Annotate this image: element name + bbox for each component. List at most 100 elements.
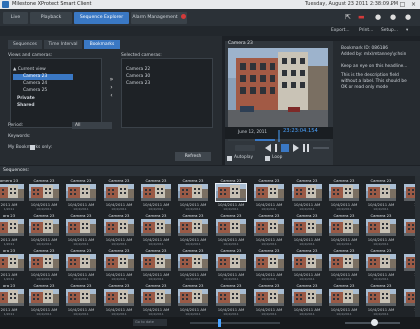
time-scrubber[interactable] bbox=[190, 322, 280, 324]
sequence-thumbnail[interactable]: Camera 23 10/4/2011 AM 10/4/2011 bbox=[100, 283, 138, 318]
sequence-thumbnail[interactable]: Camera 23 10/4/2011 AM 10/4/2011 bbox=[174, 178, 212, 213]
thumbnail-image bbox=[104, 219, 134, 236]
help-icon[interactable]: ● bbox=[390, 14, 396, 21]
thumbnail-subdate: 10/4/2011 bbox=[185, 242, 201, 246]
sequence-thumbnail[interactable]: Camera 23 10/4/2011 AM 10/4/2011 bbox=[137, 283, 175, 318]
tab-alarm-management[interactable]: Alarm Management bbox=[131, 12, 187, 24]
thumbnail-image bbox=[0, 219, 24, 236]
preview-video-frame[interactable] bbox=[228, 48, 328, 127]
thumbnail-subdate: 1/2011 bbox=[3, 277, 15, 281]
thumbnail-subdate: 10/4/2011 bbox=[373, 277, 389, 281]
sequence-thumbnail[interactable]: Camera 23 10/4/2011 AM 10/4/2011 bbox=[100, 248, 138, 283]
sequence-thumbnail[interactable]: Camera 23 10/4/2011 AM 10/4/2011 bbox=[288, 178, 326, 213]
sequence-thumbnail[interactable]: Camera 23 10/4/2011 AM 10/4/2011 bbox=[288, 283, 326, 318]
close-window-button[interactable]: × bbox=[408, 1, 419, 8]
sequence-thumbnail[interactable]: Camera 23 10/4/2011 AM 10/4/2011 bbox=[325, 283, 363, 318]
thumbnail-subdate: 10/4/2011 bbox=[73, 242, 89, 246]
sequence-thumbnail[interactable]: Camera 23 10/4/2011 AM 10/4/2011 bbox=[288, 213, 326, 248]
sequence-thumbnail[interactable]: Camera 23 10/4/2011 AM 10/4/2011 bbox=[100, 213, 138, 248]
tab-time-interval[interactable]: Time Interval bbox=[44, 40, 82, 49]
thumbnail-subdate: 10/4/2011 bbox=[148, 242, 164, 246]
thumbnail-subdate: 10/4/2011 bbox=[373, 207, 389, 211]
selected-camera-item[interactable]: Camera 23 bbox=[126, 81, 150, 87]
sequence-thumbnail[interactable]: Camera 23 10/4/2011 AM 10/4/2011 bbox=[362, 213, 400, 248]
overflow-menu[interactable]: ▾ bbox=[406, 27, 408, 35]
sequence-thumbnail[interactable]: Camera 23 10/4/2011 AM 10/4/2011 bbox=[325, 248, 363, 283]
sequence-thumbnail[interactable]: Camera 23 10/4/2011 AM 10/4/2011 bbox=[250, 248, 288, 283]
camera-tree[interactable]: ▲ Current view Camera 23 Camera 24 Camer… bbox=[10, 58, 102, 128]
sequence-thumbnail[interactable]: Camera 23 10/4/2011 AM 10/4/2011 bbox=[288, 248, 326, 283]
close-icon[interactable]: ● bbox=[405, 14, 411, 21]
goto-date-input[interactable]: Go to date bbox=[133, 319, 167, 326]
minimize-icon[interactable]: ▬ bbox=[358, 14, 365, 21]
sequence-thumbnail[interactable]: Camera 23 10/4/2011 AM 10/4/2011 bbox=[174, 213, 212, 248]
tree-item-shared[interactable]: Shared bbox=[17, 103, 77, 109]
tab-playback[interactable]: Playback bbox=[30, 12, 72, 24]
sequence-thumbnail[interactable]: Camera 23 10/4/2011 AM 10/4/2011 bbox=[362, 248, 400, 283]
tab-live[interactable]: Live bbox=[3, 12, 28, 24]
sequence-thumbnail[interactable]: Camera 23 10/4/2011 AM 10/4/2011 bbox=[25, 178, 63, 213]
thumbnail-image bbox=[29, 184, 59, 201]
autoplay-checkbox[interactable] bbox=[227, 156, 232, 161]
sequence-thumbnail[interactable]: Camera 23 10/4/2011 AM 10/4/2011 bbox=[362, 283, 400, 318]
sequence-thumbnail[interactable]: Camera 23 10/4/2011 AM 10/4/2011 bbox=[25, 283, 63, 318]
tab-sequence-explorer[interactable]: Sequence Explorer bbox=[74, 12, 129, 24]
selected-cameras-list[interactable]: Camera 22 Camera 30 Camera 23 bbox=[121, 58, 213, 128]
period-select[interactable]: All bbox=[72, 122, 112, 129]
sequence-thumbnail[interactable]: Camera 23 10/4/2011 AM 10/4/2011 bbox=[212, 178, 250, 213]
sequence-thumbnail[interactable]: Camera 23 10/4/2011 AM 10/4/2011 bbox=[362, 178, 400, 213]
tree-item-camera-24[interactable]: Camera 24 bbox=[13, 81, 73, 87]
settings-icon[interactable]: ● bbox=[375, 14, 381, 21]
loop-checkbox[interactable] bbox=[265, 156, 270, 161]
sequence-thumbnail[interactable]: Camera 23 10/4/2011 AM 10/4/2011 bbox=[325, 213, 363, 248]
time-scrubber-thumb[interactable] bbox=[218, 319, 221, 327]
selected-camera-item[interactable]: Camera 22 bbox=[126, 67, 150, 73]
sequence-thumbnail[interactable]: Camera 23 10/4/2011 AM 10/4/2011 bbox=[25, 213, 63, 248]
sequence-thumbnail[interactable]: Camera 23 10/4/2011 AM 10/4/2011 bbox=[212, 283, 250, 318]
minimize-window-button[interactable]: – bbox=[386, 1, 397, 8]
sequence-thumbnail[interactable]: Camera 23 10/4/2011 AM 10/4/2011 bbox=[62, 248, 100, 283]
setup-menu[interactable]: Setup... bbox=[381, 27, 398, 35]
sequence-thumbnail[interactable]: Camera 23 10/4/2011 AM 10/4/2011 bbox=[250, 213, 288, 248]
thumbnail-subdate: 1/2011 bbox=[3, 207, 15, 211]
tab-bookmarks[interactable]: Bookmarks bbox=[84, 40, 120, 49]
sequence-thumbnail[interactable]: ara 23 2011 AM 1/2011 bbox=[0, 213, 28, 248]
tree-item-current-view[interactable]: ▲ Current view bbox=[13, 67, 99, 73]
sequence-thumbnail[interactable]: Camera 23 10/4/2011 AM 10/4/2011 bbox=[25, 248, 63, 283]
sequence-thumbnail[interactable]: Camera 23 10/4/2011 AM 10/4/2011 bbox=[62, 178, 100, 213]
tree-item-camera-23[interactable]: Camera 23 bbox=[13, 74, 73, 80]
sequence-thumbnail[interactable]: ara 23 2011 AM 1/2011 bbox=[0, 248, 28, 283]
zoom-slider-thumb[interactable] bbox=[371, 319, 378, 326]
tree-item-camera-25[interactable]: Camera 25 bbox=[13, 88, 73, 94]
export-icon[interactable]: ⇱ bbox=[345, 14, 351, 21]
refresh-button[interactable]: Refresh bbox=[175, 152, 211, 161]
remove-icon[interactable]: ‹ bbox=[106, 92, 117, 100]
thumbnail-subdate: 10/4/2011 bbox=[223, 277, 239, 281]
sequence-thumbnail[interactable]: Camera 23 10/4/2011 AM 10/4/2011 bbox=[137, 178, 175, 213]
sequence-thumbnail[interactable]: Camera 23 10/4/2011 AM 10/4/2011 bbox=[137, 213, 175, 248]
sequence-thumbnail[interactable]: Camera 23 10/4/2011 AM 10/4/2011 bbox=[250, 283, 288, 318]
sequence-thumbnail[interactable]: Camera 23 10/4/2011 AM 10/4/2011 bbox=[62, 283, 100, 318]
selected-camera-item[interactable]: Camera 30 bbox=[126, 74, 150, 80]
sequence-thumbnail[interactable]: Camera 23 10/4/2011 AM 10/4/2011 bbox=[100, 178, 138, 213]
thumbnail-subdate: 1/2011 bbox=[3, 242, 15, 246]
sequence-thumbnail[interactable]: Camera 23 10/4/2011 AM 10/4/2011 bbox=[174, 248, 212, 283]
tab-sequences[interactable]: Sequences bbox=[8, 40, 42, 49]
tree-item-private[interactable]: Private bbox=[17, 96, 77, 102]
sequence-thumbnail[interactable]: Camera 23 10/4/2011 AM 10/4/2011 bbox=[212, 248, 250, 283]
add-all-icon[interactable]: » bbox=[106, 76, 117, 84]
my-bookmarks-checkbox[interactable] bbox=[30, 145, 35, 150]
sequence-thumbnail[interactable]: amera 23 2011 AM 1/2011 bbox=[0, 178, 28, 213]
maximize-window-button[interactable]: □ bbox=[397, 1, 408, 8]
sequence-thumbnail[interactable]: Camera 23 10/4/2011 AM 10/4/2011 bbox=[137, 248, 175, 283]
add-icon[interactable]: › bbox=[106, 84, 117, 92]
sequence-scrollbar[interactable] bbox=[415, 176, 420, 317]
sequence-thumbnail[interactable]: Camera 23 10/4/2011 AM 10/4/2011 bbox=[62, 213, 100, 248]
sequence-thumbnail[interactable]: Camera 23 10/4/2011 AM 10/4/2011 bbox=[325, 178, 363, 213]
sequence-thumbnail[interactable]: ara 23 2011 AM 1/2011 bbox=[0, 283, 28, 318]
sequence-thumbnail[interactable]: Camera 23 10/4/2011 AM 10/4/2011 bbox=[174, 283, 212, 318]
sequence-thumbnail[interactable]: Camera 23 10/4/2011 AM 10/4/2011 bbox=[250, 178, 288, 213]
sequence-thumbnail[interactable]: Camera 23 10/4/2011 AM 10/4/2011 bbox=[212, 213, 250, 248]
export-menu[interactable]: Export... bbox=[331, 27, 350, 35]
print-menu[interactable]: Print... bbox=[359, 27, 373, 35]
